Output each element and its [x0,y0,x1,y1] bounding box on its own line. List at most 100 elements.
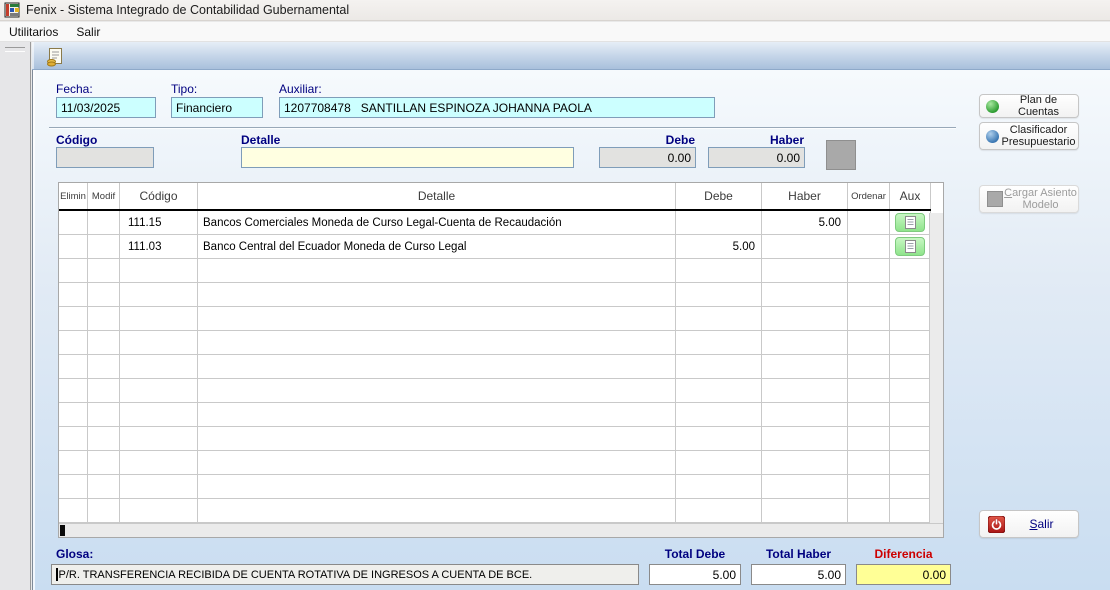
total-debe-field: 5.00 [649,564,741,585]
empty-cell [890,379,931,402]
detalle-entry-field[interactable] [241,147,574,168]
notepad-icon [905,240,916,253]
table-row-empty[interactable] [59,451,931,475]
plan-de-cuentas-button[interactable]: Plan de Cuentas [979,94,1079,118]
empty-cell [198,331,676,354]
glosa-field[interactable]: P/R. TRANSFERENCIA RECIBIDA DE CUENTA RO… [51,564,639,585]
vertical-scrollbar[interactable] [929,213,943,523]
col-header-elimin[interactable]: Elimin [59,183,88,209]
table-row-empty[interactable] [59,331,931,355]
empty-cell [198,499,676,522]
client-area: Fecha: 11/03/2025 Tipo: Financiero Auxil… [0,42,1110,590]
empty-cell [59,475,88,498]
power-icon [988,516,1005,533]
codigo-entry-label: Código [56,133,97,147]
empty-cell [59,355,88,378]
debe-entry-label: Debe [599,133,695,147]
table-row-empty[interactable] [59,259,931,283]
document-coins-icon [45,47,65,67]
empty-cell [848,355,890,378]
scrollbar-thumb[interactable] [60,525,65,536]
cargar-asiento-label: Cargar AsientoModelo [1003,187,1078,211]
empty-cell [88,475,120,498]
table-row-empty[interactable] [59,379,931,403]
col-header-codigo[interactable]: Código [120,183,198,209]
debe-entry-field[interactable]: 0.00 [599,147,696,168]
table-row-empty[interactable] [59,403,931,427]
empty-cell [762,427,848,450]
empty-cell [120,307,198,330]
salir-button[interactable]: Salir [979,510,1079,538]
horizontal-scrollbar[interactable] [59,523,943,537]
fecha-field[interactable]: 11/03/2025 [56,97,156,118]
col-header-detalle[interactable]: Detalle [198,183,676,209]
elimin-cell[interactable] [59,211,88,234]
empty-cell [890,427,931,450]
empty-cell [890,283,931,306]
table-row-empty[interactable] [59,475,931,499]
empty-cell [762,331,848,354]
aux-detail-button[interactable] [895,237,925,256]
empty-cell [120,331,198,354]
add-line-button[interactable] [826,140,856,170]
col-header-modif[interactable]: Modif [88,183,120,209]
modif-cell[interactable] [88,211,120,234]
empty-cell [88,331,120,354]
auxiliar-field[interactable]: 1207708478 SANTILLAN ESPINOZA JOHANNA PA… [279,97,715,118]
notepad-icon [905,216,916,229]
auxiliar-label: Auxiliar: [279,82,322,96]
empty-cell [762,283,848,306]
elimin-cell[interactable] [59,235,88,258]
empty-cell [676,475,762,498]
empty-cell [848,427,890,450]
total-haber-field: 5.00 [751,564,846,585]
fecha-label: Fecha: [56,82,93,96]
codigo-entry-field[interactable] [56,147,154,168]
clasificador-presupuestario-button[interactable]: ClasificadorPresupuestario [979,122,1079,150]
table-row-empty[interactable] [59,307,931,331]
haber-entry-field[interactable]: 0.00 [708,147,805,168]
aux-cell [890,211,931,234]
modif-cell[interactable] [88,235,120,258]
table-row-empty[interactable] [59,355,931,379]
detalle-cell: Banco Central del Ecuador Moneda de Curs… [198,235,676,258]
empty-cell [59,379,88,402]
app-window: { "window": { "title": "Fenix - Sistema … [0,0,1110,590]
main-area: Fecha: 11/03/2025 Tipo: Financiero Auxil… [32,42,1110,590]
tipo-field[interactable]: Financiero [171,97,263,118]
haber-cell: 5.00 [762,211,848,234]
ordenar-cell[interactable] [848,235,890,258]
table-row-empty[interactable] [59,427,931,451]
table-row[interactable]: 111.03 Banco Central del Ecuador Moneda … [59,235,931,259]
table-row[interactable]: 111.15 Bancos Comerciales Moneda de Curs… [59,211,931,235]
empty-cell [890,331,931,354]
col-header-debe[interactable]: Debe [676,183,762,209]
empty-cell [88,283,120,306]
col-header-aux[interactable]: Aux [890,183,931,209]
empty-cell [59,499,88,522]
empty-cell [120,355,198,378]
menu-utilitarios[interactable]: Utilitarios [0,23,67,41]
menu-salir[interactable]: Salir [67,23,109,41]
empty-cell [890,355,931,378]
table-row-empty[interactable] [59,499,931,523]
empty-cell [59,403,88,426]
clasificador-label: ClasificadorPresupuestario [999,124,1078,148]
new-entry-button[interactable] [43,45,67,68]
aux-detail-button[interactable] [895,213,925,232]
table-row-empty[interactable] [59,283,931,307]
ordenar-cell[interactable] [848,211,890,234]
empty-cell [762,259,848,282]
blue-sphere-icon [986,130,999,143]
salir-label: Salir [1005,518,1078,530]
detalle-entry-label: Detalle [241,133,280,147]
grid-header-row: Elimin Modif Código Detalle Debe Haber O… [59,183,931,211]
entry-form-panel: Fecha: 11/03/2025 Tipo: Financiero Auxil… [32,70,1110,590]
empty-cell [120,379,198,402]
empty-cell [848,283,890,306]
empty-cell [88,355,120,378]
col-header-ordenar[interactable]: Ordenar [848,183,890,209]
cargar-asiento-modelo-button[interactable]: Cargar AsientoModelo [979,185,1079,213]
splitter-grip[interactable] [5,47,25,52]
col-header-haber[interactable]: Haber [762,183,848,209]
